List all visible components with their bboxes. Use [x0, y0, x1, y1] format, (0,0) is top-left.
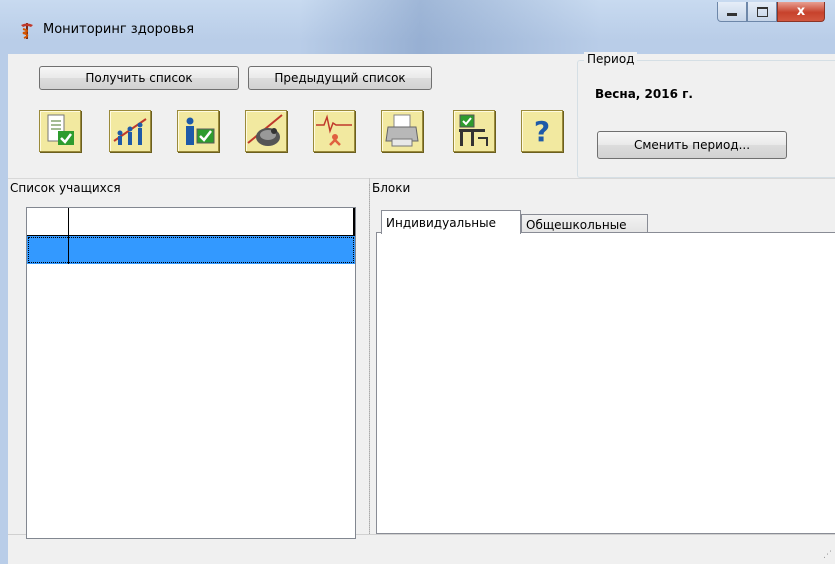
weight-scale-icon — [247, 114, 283, 146]
maximize-icon — [756, 6, 768, 17]
cardiogram-button[interactable] — [313, 110, 355, 152]
period-group: Период Весна, 2016 г. Сменить период... — [577, 52, 835, 178]
minimize-button[interactable] — [717, 2, 747, 22]
grid-header-edge — [353, 208, 355, 236]
students-grid[interactable] — [26, 207, 356, 539]
maximize-button[interactable] — [747, 2, 777, 22]
tab-individual-label: Индивидуальные — [386, 215, 496, 230]
close-button[interactable]: x — [777, 2, 825, 22]
students-caption: Список учащихся — [10, 181, 121, 195]
change-period-label: Сменить период... — [633, 138, 751, 152]
get-list-label: Получить список — [85, 71, 193, 85]
person-check-button[interactable] — [177, 110, 219, 152]
minimize-icon — [727, 13, 737, 16]
help-icon: ? — [534, 115, 550, 148]
checklist-button[interactable] — [39, 110, 81, 152]
svg-text:?: ? — [534, 115, 550, 148]
caduceus-app-icon — [18, 22, 36, 40]
change-period-button[interactable]: Сменить период... — [597, 131, 787, 159]
desk-check-icon — [459, 114, 488, 146]
growth-chart-icon — [113, 118, 147, 145]
blocks-caption: Блоки — [372, 181, 411, 195]
person-check-icon — [186, 117, 215, 145]
resize-grip-icon[interactable]: ⋰ — [823, 550, 832, 560]
desk-check-button[interactable] — [453, 110, 495, 152]
tab-content — [376, 232, 835, 534]
period-caption: Период — [584, 52, 638, 66]
window-controls: x — [717, 2, 825, 22]
table-row[interactable] — [27, 236, 355, 264]
close-icon: x — [796, 4, 806, 19]
toolbar-panel: Получить список Предыдущий список ? Пери… — [8, 52, 835, 179]
period-value: Весна, 2016 г. — [595, 87, 693, 101]
tab-individual[interactable]: Индивидуальные — [381, 210, 521, 234]
title-bar-blur — [300, 0, 600, 54]
weight-scale-button[interactable] — [245, 110, 287, 152]
app-window: Мониторинг здоровья x Получить список Пр… — [0, 0, 835, 564]
grid-header — [27, 208, 355, 236]
window-title: Мониторинг здоровья — [43, 22, 195, 37]
get-list-button[interactable]: Получить список — [39, 66, 239, 90]
cardiogram-icon — [316, 114, 352, 146]
tab-school-wide-label: Общешкольные — [526, 217, 627, 232]
tab-school-wide[interactable]: Общешкольные — [521, 214, 648, 234]
title-bar[interactable]: Мониторинг здоровья x — [0, 0, 835, 54]
previous-list-button[interactable]: Предыдущий список — [248, 66, 432, 90]
growth-chart-button[interactable] — [109, 110, 151, 152]
help-button[interactable]: ? — [521, 110, 563, 152]
checklist-icon — [47, 114, 74, 145]
printer-icon — [385, 114, 419, 147]
print-button[interactable] — [381, 110, 423, 152]
previous-list-label: Предыдущий список — [274, 71, 406, 85]
grid-column-separator[interactable] — [68, 208, 69, 264]
